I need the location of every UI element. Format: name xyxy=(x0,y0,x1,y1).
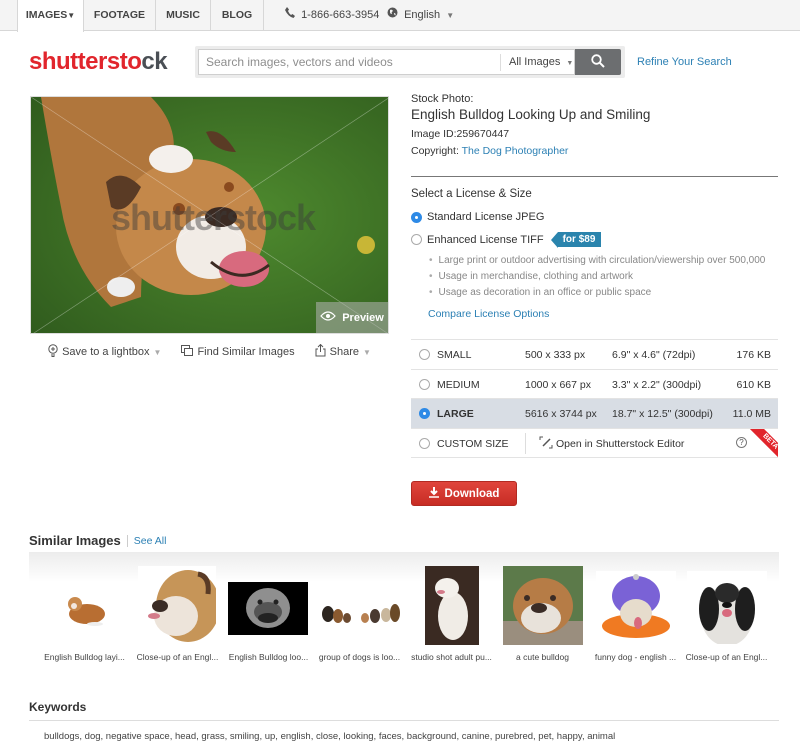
page-title: English Bulldog Looking Up and Smiling xyxy=(411,107,651,122)
radio[interactable] xyxy=(419,378,430,390)
similar-images-header: Similar Images See All xyxy=(29,533,166,548)
top-nav: IMAGES▼ FOOTAGE MUSIC BLOG 1-866-663-395… xyxy=(0,0,800,32)
download-icon xyxy=(428,486,439,501)
size-row-custom[interactable]: CUSTOM SIZE Open in Shutterstock Editor … xyxy=(411,428,778,459)
radio[interactable] xyxy=(419,437,430,449)
save-to-lightbox-button[interactable]: Save to a lightbox ▼ xyxy=(48,344,161,360)
thumbnail-caption[interactable]: funny dog - english ... xyxy=(588,652,683,662)
compare-license-link[interactable]: Compare License Options xyxy=(428,308,549,320)
divider xyxy=(411,176,778,177)
enhanced-license-benefits: Large print or outdoor advertising with … xyxy=(429,253,766,301)
radio-selected[interactable] xyxy=(419,408,430,419)
section-title: Similar Images xyxy=(29,533,121,548)
globe-icon xyxy=(387,0,398,31)
image-id: Image ID:259670447 xyxy=(411,128,510,140)
price-tag: for $89 xyxy=(550,232,602,248)
phone-icon xyxy=(285,0,295,31)
divider xyxy=(29,720,779,721)
radio[interactable] xyxy=(411,234,422,245)
eye-icon xyxy=(320,311,337,324)
refine-search-link[interactable]: Refine Your Search xyxy=(637,56,732,68)
search-button[interactable] xyxy=(575,49,621,75)
language-selector[interactable]: English ▼ xyxy=(387,0,454,31)
category-dropdown[interactable]: All Images ▼ xyxy=(509,50,573,76)
tab-music[interactable]: MUSIC xyxy=(156,0,211,31)
photo-actions: Save to a lightbox ▼ Find Similar Images… xyxy=(0,343,419,360)
keywords-heading: Keywords xyxy=(29,700,87,714)
chevron-down-icon: ▼ xyxy=(446,11,455,21)
tab-blog[interactable]: BLOG xyxy=(211,0,264,31)
radio-selected[interactable] xyxy=(411,211,422,223)
divider xyxy=(525,432,526,454)
search-input[interactable] xyxy=(199,50,489,74)
tab-footage[interactable]: FOOTAGE xyxy=(84,0,156,31)
chevron-down-icon: ▼ xyxy=(363,347,371,357)
size-row-small[interactable]: SMALL 500 x 333 px 6.9" x 4.6" (72dpi) 1… xyxy=(411,340,778,370)
edit-icon xyxy=(539,436,553,452)
chevron-down-icon: ▼ xyxy=(566,60,574,67)
phone-number[interactable]: 1-866-663-3954 xyxy=(285,0,379,31)
photographer-link[interactable]: The Dog Photographer xyxy=(462,145,569,157)
similar-thumbnail[interactable] xyxy=(228,582,308,635)
chevron-down-icon: ▼ xyxy=(67,11,76,20)
similar-icon xyxy=(181,345,194,359)
main-photo[interactable]: shutterstock Preview xyxy=(30,96,389,334)
similar-thumbnail[interactable] xyxy=(503,566,583,645)
thumbnail-caption[interactable]: English Bulldog loo... xyxy=(221,652,316,662)
similar-thumbnail[interactable] xyxy=(687,571,767,644)
thumbnail-caption[interactable]: Close-up of an Engl... xyxy=(679,652,774,662)
stock-photo-label: Stock Photo: xyxy=(411,93,474,105)
keywords-list[interactable]: bulldogs, dog, negative space, head, gra… xyxy=(44,731,615,742)
list-item: Large print or outdoor advertising with … xyxy=(429,253,766,269)
thumbnail-caption[interactable]: studio shot adult pu... xyxy=(404,652,499,662)
lightbulb-icon xyxy=(48,344,58,360)
chevron-down-icon: ▼ xyxy=(153,347,162,357)
divider xyxy=(500,54,501,71)
share-icon xyxy=(315,343,326,360)
thumbnail-caption[interactable]: group of dogs is loo... xyxy=(312,652,407,662)
list-item: Usage in merchandise, clothing and artwo… xyxy=(429,269,765,285)
similar-thumbnail[interactable] xyxy=(45,582,125,634)
image-info: Stock Photo: English Bulldog Looking Up … xyxy=(411,93,779,157)
preview-button[interactable]: Preview xyxy=(316,302,388,333)
watermark: shutterstock xyxy=(111,197,316,238)
beta-badge: BETA xyxy=(748,428,778,459)
thumbnail-caption[interactable]: a cute bulldog xyxy=(495,652,590,662)
similar-thumbnail[interactable] xyxy=(320,596,400,624)
divider xyxy=(126,534,128,547)
help-icon[interactable]: ? xyxy=(736,436,747,448)
tab-images[interactable]: IMAGES▼ xyxy=(17,0,84,32)
list-item: Usage as decoration in an office or publ… xyxy=(429,285,765,301)
similar-thumbnail[interactable] xyxy=(425,566,479,645)
download-button[interactable]: Download xyxy=(411,481,517,506)
size-row-large[interactable]: LARGE 5616 x 3744 px 18.7" x 12.5" (300d… xyxy=(411,399,778,429)
license-heading: Select a License & Size xyxy=(411,188,532,200)
license-option-standard[interactable]: Standard License JPEG xyxy=(411,211,544,223)
share-button[interactable]: Share ▼ xyxy=(315,343,371,360)
shutterstock-logo[interactable]: shutterstock xyxy=(29,48,168,76)
search-icon xyxy=(591,53,605,71)
size-table: SMALL 500 x 333 px 6.9" x 4.6" (72dpi) 1… xyxy=(411,339,778,459)
search-bar: All Images ▼ xyxy=(195,46,625,78)
see-all-link[interactable]: See All xyxy=(134,535,167,547)
similar-thumbnail[interactable] xyxy=(138,566,216,644)
license-option-enhanced[interactable]: Enhanced License TIFF for $89 xyxy=(411,232,602,248)
size-row-medium[interactable]: MEDIUM 1000 x 667 px 3.3" x 2.2" (300dpi… xyxy=(411,370,778,399)
copyright: Copyright: The Dog Photographer xyxy=(411,145,569,157)
find-similar-images-button[interactable]: Find Similar Images xyxy=(181,344,295,360)
open-editor-link[interactable]: Open in Shutterstock Editor xyxy=(539,436,684,452)
thumbnail-caption[interactable]: English Bulldog layi... xyxy=(37,652,132,662)
similar-thumbnail[interactable] xyxy=(596,571,676,644)
radio[interactable] xyxy=(419,349,430,360)
thumbnail-caption[interactable]: Close-up of an Engl... xyxy=(130,652,225,662)
